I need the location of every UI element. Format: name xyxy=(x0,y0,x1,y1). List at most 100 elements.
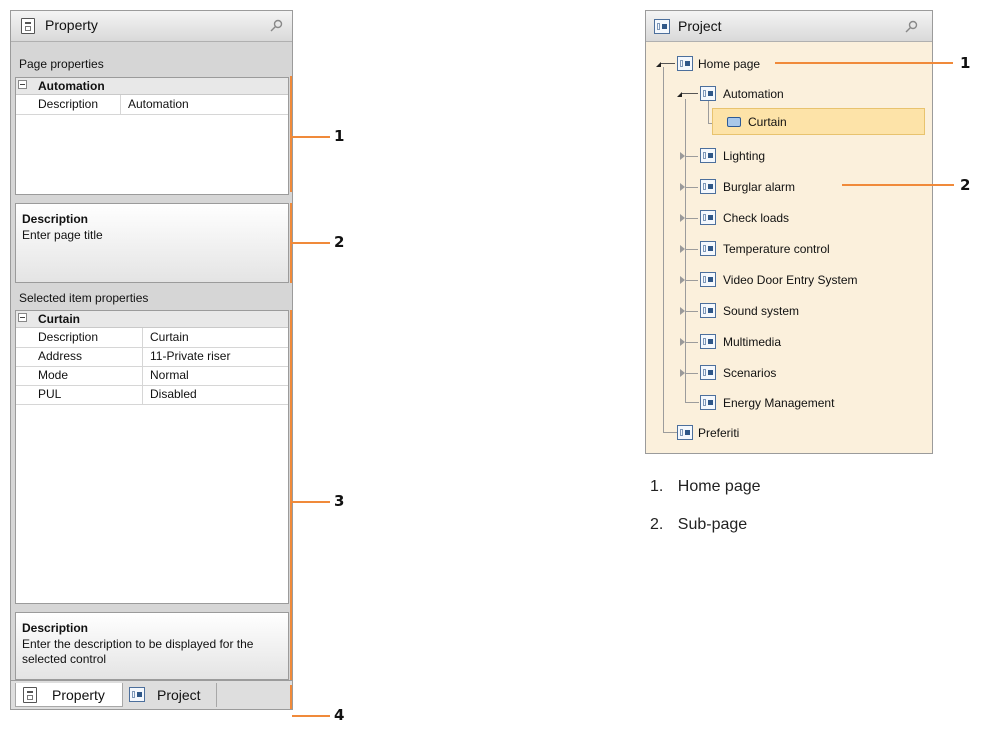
tree-item-label: Home page xyxy=(698,57,761,71)
tree-item-video-door-entry[interactable]: Video Door Entry System xyxy=(646,270,932,290)
callout-leader xyxy=(292,501,330,503)
collapsed-arrow-icon[interactable] xyxy=(680,307,685,315)
curtain-icon xyxy=(727,117,741,127)
property-value[interactable]: Curtain xyxy=(150,330,189,344)
tree-guide-line xyxy=(686,218,698,219)
tree-item-multimedia[interactable]: Multimedia xyxy=(646,332,932,352)
tree-item-preferiti[interactable]: Preferiti xyxy=(646,423,932,443)
tree-item-home-page[interactable]: Home page xyxy=(646,54,932,74)
selected-item-properties-label: Selected item properties xyxy=(19,291,149,305)
page-property-grid[interactable]: Automation Description Automation xyxy=(15,77,289,195)
tree-item-label: Check loads xyxy=(723,211,790,225)
page-icon xyxy=(700,303,716,318)
tree-guide-line xyxy=(661,63,675,64)
tab-project[interactable]: Project xyxy=(125,683,217,707)
callout-number: 2 xyxy=(334,233,345,251)
tree-guide-line xyxy=(686,187,698,188)
callout-leader xyxy=(292,136,330,138)
callout-bracket xyxy=(290,685,292,709)
property-key: Address xyxy=(38,349,83,363)
tree-item-lighting[interactable]: Lighting xyxy=(646,146,932,166)
legend-text: Home page xyxy=(677,478,761,495)
property-row[interactable]: PUL Disabled xyxy=(16,385,288,405)
tree-item-label: Video Door Entry System xyxy=(723,273,858,287)
page-icon xyxy=(700,395,716,410)
property-panel-title: Property xyxy=(45,17,98,33)
tree-item-energy-management[interactable]: Energy Management xyxy=(646,393,932,413)
property-icon xyxy=(23,687,37,703)
pin-icon[interactable] xyxy=(904,19,920,35)
property-row[interactable]: Description Curtain xyxy=(16,328,288,348)
tab-property[interactable]: Property xyxy=(15,683,123,707)
page-grid-header[interactable]: Automation xyxy=(16,78,288,95)
project-tree-icon xyxy=(129,687,145,702)
tree-item-automation[interactable]: Automation xyxy=(646,84,932,104)
tree-item-curtain[interactable]: Curtain xyxy=(712,108,925,135)
tree-item-label: Sound system xyxy=(723,304,800,318)
property-value[interactable]: Normal xyxy=(150,368,189,382)
item-grid-header[interactable]: Curtain xyxy=(16,311,288,328)
property-row[interactable]: Address 11-Private riser xyxy=(16,347,288,367)
collapsed-arrow-icon[interactable] xyxy=(680,183,685,191)
property-value[interactable]: Automation xyxy=(128,97,189,111)
tree-item-label: Energy Management xyxy=(723,396,835,410)
pin-icon[interactable] xyxy=(269,18,285,34)
property-row[interactable]: Mode Normal xyxy=(16,366,288,386)
property-value[interactable]: 11-Private riser xyxy=(150,349,230,363)
item-property-grid[interactable]: Curtain Description Curtain Address 11-P… xyxy=(15,310,289,604)
tree-item-label: Automation xyxy=(723,87,784,101)
callout-leader xyxy=(775,62,953,64)
property-key: Mode xyxy=(38,368,69,382)
property-key: Description xyxy=(38,330,99,344)
page-grid-category: Automation xyxy=(38,79,105,93)
collapsed-arrow-icon[interactable] xyxy=(680,338,685,346)
property-key: Description xyxy=(38,97,99,111)
page-icon xyxy=(700,241,716,256)
collapsed-arrow-icon[interactable] xyxy=(680,214,685,222)
callout-number: 4 xyxy=(334,706,345,724)
tree-item-check-loads[interactable]: Check loads xyxy=(646,208,932,228)
callout-number: 2 xyxy=(960,176,971,194)
legend-text: Sub-page xyxy=(677,516,748,533)
tree-guide-line xyxy=(686,373,698,374)
column-divider xyxy=(142,347,143,366)
collapse-toggle-icon[interactable] xyxy=(18,313,27,322)
page-icon xyxy=(700,86,716,101)
tree-item-label: Curtain xyxy=(748,115,787,129)
callout-number: 1 xyxy=(334,127,345,145)
page-description-box: Description Enter page title xyxy=(15,203,289,283)
collapse-toggle-icon[interactable] xyxy=(18,80,27,89)
page-icon xyxy=(700,334,716,349)
column-divider xyxy=(142,328,143,347)
collapsed-arrow-icon[interactable] xyxy=(680,276,685,284)
page-description-text: Enter page title xyxy=(22,228,103,242)
tab-project-label: Project xyxy=(157,687,201,703)
page-icon xyxy=(700,365,716,380)
page-icon xyxy=(677,56,693,71)
collapsed-arrow-icon[interactable] xyxy=(680,152,685,160)
property-row[interactable]: Description Automation xyxy=(16,95,288,115)
callout-leader xyxy=(292,715,330,717)
tree-item-label: Lighting xyxy=(723,149,766,163)
tree-item-label: Scenarios xyxy=(723,366,777,380)
tree-guide-line xyxy=(686,156,698,157)
tree-item-burglar-alarm[interactable]: Burglar alarm xyxy=(646,177,932,197)
legend-number: 1. xyxy=(650,478,664,495)
page-icon xyxy=(700,148,716,163)
item-description-title: Description xyxy=(22,621,89,635)
tree-item-scenarios[interactable]: Scenarios xyxy=(646,363,932,383)
property-value[interactable]: Disabled xyxy=(150,387,197,401)
collapsed-arrow-icon[interactable] xyxy=(680,245,685,253)
callout-leader xyxy=(292,242,330,244)
property-panel: Property Page properties Automation Desc… xyxy=(10,10,293,710)
tree-item-temperature-control[interactable]: Temperature control xyxy=(646,239,932,259)
tree-item-sound-system[interactable]: Sound system xyxy=(646,301,932,321)
callout-leader xyxy=(842,184,954,186)
page-icon xyxy=(700,179,716,194)
column-divider xyxy=(120,95,121,114)
legend-number: 2. xyxy=(650,516,664,533)
collapsed-arrow-icon[interactable] xyxy=(680,369,685,377)
tree-item-label: Preferiti xyxy=(698,426,740,440)
panel-tab-bar: Property Project xyxy=(11,680,292,709)
page-icon xyxy=(700,210,716,225)
